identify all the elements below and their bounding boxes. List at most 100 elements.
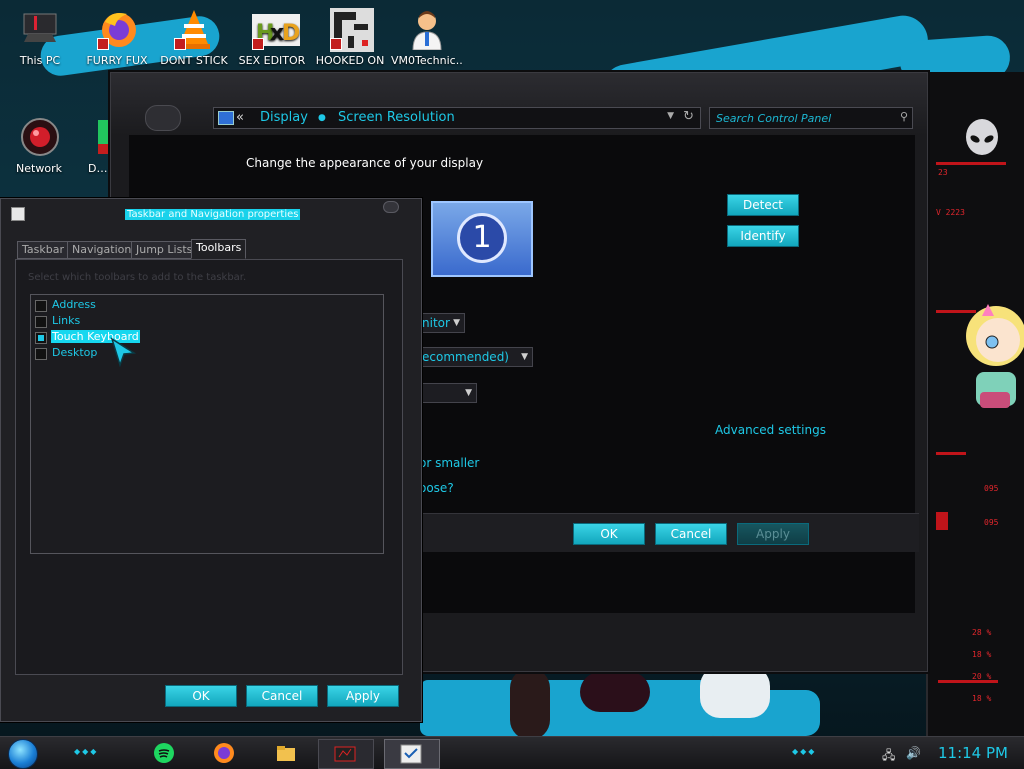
back-forward-button[interactable] bbox=[145, 105, 181, 131]
red-bar bbox=[936, 452, 966, 455]
text-size-link[interactable]: or smaller bbox=[419, 456, 479, 470]
cartoon-character-graphic bbox=[966, 304, 1024, 408]
readout-text: 18 % bbox=[972, 694, 992, 703]
desktop-icon-this-pc[interactable]: This PC bbox=[4, 8, 76, 67]
dialog-title: Taskbar and Navigation properties bbox=[125, 209, 301, 220]
volume-icon[interactable]: 🔊 bbox=[906, 746, 921, 760]
breadcrumb-back[interactable]: « bbox=[236, 110, 244, 125]
desktop-icon-hooked-on[interactable]: HOOKED ON bbox=[314, 8, 386, 67]
tab-taskbar[interactable]: Taskbar bbox=[17, 241, 69, 259]
chevron-down-icon[interactable]: ▼ bbox=[667, 111, 674, 121]
toolbars-description: Select which toolbars to add to the task… bbox=[28, 272, 247, 283]
computer-icon bbox=[20, 8, 60, 50]
vlc-icon bbox=[174, 8, 214, 50]
toolbars-list: Address Links Touch Keyboard Desktop bbox=[30, 294, 384, 554]
shortcut-arrow-icon bbox=[252, 38, 264, 50]
firefox-icon bbox=[97, 8, 137, 50]
readout-text: 095 bbox=[984, 518, 999, 527]
page-heading: Change the appearance of your display bbox=[246, 156, 484, 170]
hxd-icon: HxD bbox=[252, 8, 300, 50]
desktop-icon-label: HOOKED ON bbox=[315, 54, 385, 67]
red-bar bbox=[936, 512, 948, 530]
tab-jump-lists[interactable]: Jump Lists bbox=[131, 241, 198, 259]
desktop-icon-sex-editor[interactable]: HxD SEX EDITOR bbox=[236, 8, 308, 67]
desktop-icon-furry-fux[interactable]: FURRY FUX bbox=[81, 8, 153, 67]
toolbar-option-label: Desktop bbox=[52, 346, 98, 359]
game-icon bbox=[330, 8, 374, 52]
desktop-icon-label: This PC bbox=[19, 54, 61, 67]
identify-button[interactable]: Identify bbox=[727, 225, 799, 247]
breadcrumb-display[interactable]: Display bbox=[260, 110, 308, 125]
readout-text: 23 bbox=[938, 168, 948, 177]
network-icon bbox=[19, 116, 59, 158]
shoe-graphic bbox=[580, 672, 650, 712]
desktop-icon-network[interactable]: Network bbox=[3, 116, 75, 175]
display-select-value: nitor bbox=[422, 316, 450, 330]
shortcut-arrow-icon bbox=[330, 38, 342, 50]
sneaker-graphic bbox=[700, 666, 770, 718]
readout-text: V 2223 bbox=[936, 208, 965, 217]
toolbar-option-label: Address bbox=[52, 298, 96, 311]
search-icon[interactable]: ⚲ bbox=[900, 110, 908, 123]
dialog-ok-button[interactable]: OK bbox=[165, 685, 237, 707]
checkbox[interactable] bbox=[35, 316, 47, 328]
taskbar-item-properties[interactable] bbox=[384, 739, 440, 769]
monitor-preview[interactable]: 1 bbox=[431, 201, 533, 277]
hooked-game-icon bbox=[334, 746, 356, 762]
apply-button[interactable]: Apply bbox=[737, 523, 809, 545]
paint-stroke bbox=[420, 680, 720, 736]
checkbox[interactable] bbox=[35, 300, 47, 312]
checkbox[interactable] bbox=[35, 348, 47, 360]
desktop-icon-label: DONT STICK bbox=[160, 54, 228, 67]
readout-text: 28 % bbox=[972, 628, 992, 637]
taskbar-decoration-icon: ◆◆◆ bbox=[792, 747, 817, 756]
chevron-down-icon: ▼ bbox=[521, 352, 528, 362]
tab-navigation[interactable]: Navigation bbox=[67, 241, 137, 259]
taskbar-clock[interactable]: 11:14 PM bbox=[938, 744, 1008, 762]
shoe-graphic bbox=[510, 668, 550, 740]
start-button[interactable] bbox=[8, 739, 38, 769]
shortcut-arrow-icon bbox=[97, 38, 109, 50]
address-bar[interactable]: « Display ● Screen Resolution ▼ ↻ bbox=[213, 107, 701, 129]
mouse-cursor-icon bbox=[110, 337, 136, 367]
readout-text: 18 % bbox=[972, 650, 992, 659]
properties-icon bbox=[400, 744, 422, 764]
network-tray-icon[interactable]: 🖧 bbox=[882, 746, 895, 767]
close-icon[interactable] bbox=[383, 201, 399, 213]
refresh-icon[interactable]: ↻ bbox=[683, 109, 694, 124]
readout-text: 095 bbox=[984, 484, 999, 493]
alienware-logo-icon bbox=[966, 119, 998, 155]
taskbar: ◆◆◆ ◆◆◆ 🖧 🔊 11:14 PM bbox=[0, 736, 1024, 769]
checkbox-checked[interactable] bbox=[35, 332, 47, 344]
desktop-icon-vm0technic[interactable]: VM0Technic... bbox=[391, 8, 463, 67]
properties-checkbox-icon bbox=[11, 207, 25, 221]
chevron-down-icon: ▼ bbox=[465, 388, 472, 398]
breadcrumb-separator-icon: ● bbox=[318, 113, 326, 123]
desktop-icon-label: FURRY FUX bbox=[86, 54, 148, 67]
search-input[interactable] bbox=[714, 110, 888, 126]
cancel-button[interactable]: Cancel bbox=[655, 523, 727, 545]
search-box[interactable]: ⚲ bbox=[709, 107, 913, 129]
dialog-cancel-button[interactable]: Cancel bbox=[246, 685, 318, 707]
desktop-icon-label: D… DUM bbox=[88, 162, 114, 175]
desktop-icon-dont-stick[interactable]: DONT STICK bbox=[158, 8, 230, 67]
tab-toolbars[interactable]: Toolbars bbox=[191, 239, 247, 259]
ok-button[interactable]: OK bbox=[573, 523, 645, 545]
choose-settings-link[interactable]: oose? bbox=[419, 481, 454, 495]
breadcrumb-screen-resolution[interactable]: Screen Resolution bbox=[338, 110, 455, 125]
spotify-icon[interactable] bbox=[152, 741, 176, 765]
detect-button[interactable]: Detect bbox=[727, 194, 799, 216]
advanced-settings-link[interactable]: Advanced settings bbox=[715, 423, 826, 437]
desktop-icon-partial[interactable]: D… DUM bbox=[80, 116, 114, 175]
taskbar-decoration-icon: ◆◆◆ bbox=[74, 747, 99, 756]
toolbar-option-label: Links bbox=[52, 314, 81, 327]
taskbar-item-hooked[interactable] bbox=[318, 739, 374, 769]
red-bar bbox=[936, 162, 1006, 165]
resolution-select-value: ecommended) bbox=[422, 350, 509, 364]
dialog-apply-button[interactable]: Apply bbox=[327, 685, 399, 707]
toolbars-panel: Select which toolbars to add to the task… bbox=[15, 259, 403, 675]
control-panel-icon bbox=[218, 111, 234, 125]
svg-text:D: D bbox=[282, 21, 300, 46]
firefox-icon[interactable] bbox=[212, 741, 236, 765]
file-explorer-icon[interactable] bbox=[274, 741, 298, 765]
